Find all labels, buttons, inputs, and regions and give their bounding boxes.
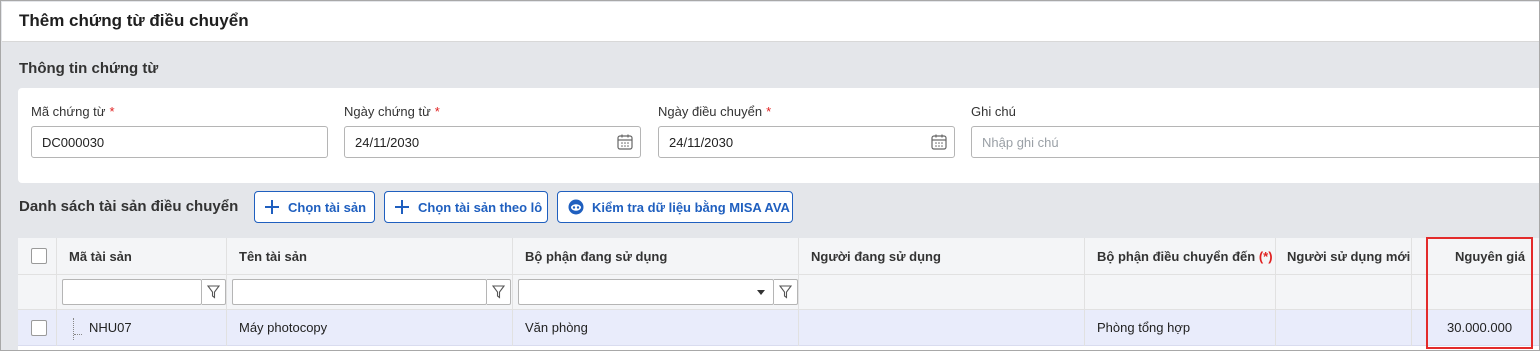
required-mark: *	[109, 104, 115, 119]
cell-asset-code: NHU07	[89, 320, 132, 335]
col-asset-name[interactable]: Tên tài sản	[239, 249, 307, 264]
current-dept-filter-select[interactable]	[518, 279, 774, 305]
filter-row	[18, 275, 1539, 310]
calendar-icon[interactable]	[930, 133, 948, 151]
column-divider	[798, 238, 799, 346]
required-mark: *	[434, 104, 440, 119]
column-divider	[226, 238, 227, 346]
column-divider	[1275, 238, 1276, 346]
asset-list-title: Danh sách tài sản điều chuyển	[19, 198, 239, 215]
voucher-date-label: Ngày chứng từ *	[344, 104, 440, 119]
column-divider	[56, 238, 57, 346]
plus-icon	[265, 200, 279, 214]
check-misa-ava-button[interactable]: Kiểm tra dữ liệu bằng MISA AVA	[557, 191, 793, 223]
col-current-user[interactable]: Người đang sử dụng	[811, 249, 941, 264]
tree-connector	[74, 334, 82, 335]
dialog-window: Thêm chứng từ điều chuyển Thông tin chứn…	[0, 0, 1540, 351]
note-label: Ghi chú	[971, 104, 1016, 119]
calendar-icon[interactable]	[616, 133, 634, 151]
cell-current-dept: Văn phòng	[525, 320, 588, 335]
table-row[interactable]: NHU07 Máy photocopy Văn phòng Phòng tổng…	[18, 310, 1539, 346]
voucher-no-value: DC000030	[42, 135, 105, 150]
voucher-no-label: Mã chứng từ *	[31, 104, 115, 119]
column-divider	[1084, 238, 1085, 346]
info-panel: Mã chứng từ * DC000030 Ngày chứng từ * 24/…	[18, 88, 1539, 183]
tree-connector	[73, 318, 74, 340]
plus-icon	[395, 200, 409, 214]
cell-target-dept[interactable]: Phòng tổng hợp	[1097, 320, 1190, 335]
grid-header: Mã tài sản Tên tài sản Bộ phận đang sử d…	[18, 238, 1539, 275]
cell-asset-name: Máy photocopy	[239, 320, 328, 335]
required-mark: *	[766, 104, 772, 119]
transfer-date-field[interactable]: 24/11/2030	[658, 126, 955, 158]
asset-grid: Mã tài sản Tên tài sản Bộ phận đang sử d…	[18, 238, 1539, 350]
column-divider	[512, 238, 513, 346]
original-price-highlight-box	[1426, 237, 1533, 349]
select-asset-batch-button[interactable]: Chọn tài sản theo lô	[384, 191, 548, 223]
row-checkbox[interactable]	[31, 320, 47, 336]
voucher-date-value: 24/11/2030	[355, 135, 420, 150]
col-target-dept[interactable]: Bộ phận điều chuyển đến (*)	[1097, 249, 1273, 264]
filter-funnel-icon[interactable]	[774, 279, 798, 305]
filter-funnel-icon[interactable]	[202, 279, 226, 305]
select-asset-button[interactable]: Chọn tài sản	[254, 191, 375, 223]
filter-funnel-icon[interactable]	[487, 279, 511, 305]
column-divider	[1411, 238, 1412, 346]
title-bar: Thêm chứng từ điều chuyển	[2, 2, 1539, 42]
transfer-date-label: Ngày điều chuyển *	[658, 104, 772, 119]
dialog-title: Thêm chứng từ điều chuyển	[19, 11, 249, 30]
col-current-dept[interactable]: Bộ phận đang sử dụng	[525, 249, 667, 264]
col-new-user[interactable]: Người sử dụng mới	[1287, 249, 1410, 264]
misa-ava-icon	[568, 199, 584, 215]
note-placeholder: Nhập ghi chú	[982, 135, 1059, 150]
select-all-checkbox[interactable]	[31, 248, 47, 264]
transfer-date-value: 24/11/2030	[669, 135, 734, 150]
col-asset-code[interactable]: Mã tài sản	[69, 249, 132, 264]
asset-code-filter-input[interactable]	[62, 279, 202, 305]
info-section-title: Thông tin chứng từ	[19, 60, 159, 77]
note-field[interactable]: Nhập ghi chú	[971, 126, 1539, 158]
required-mark: (*)	[1258, 249, 1273, 264]
voucher-date-field[interactable]: 24/11/2030	[344, 126, 641, 158]
asset-name-filter-input[interactable]	[232, 279, 487, 305]
voucher-no-field[interactable]: DC000030	[31, 126, 328, 158]
chevron-down-icon	[757, 290, 765, 295]
